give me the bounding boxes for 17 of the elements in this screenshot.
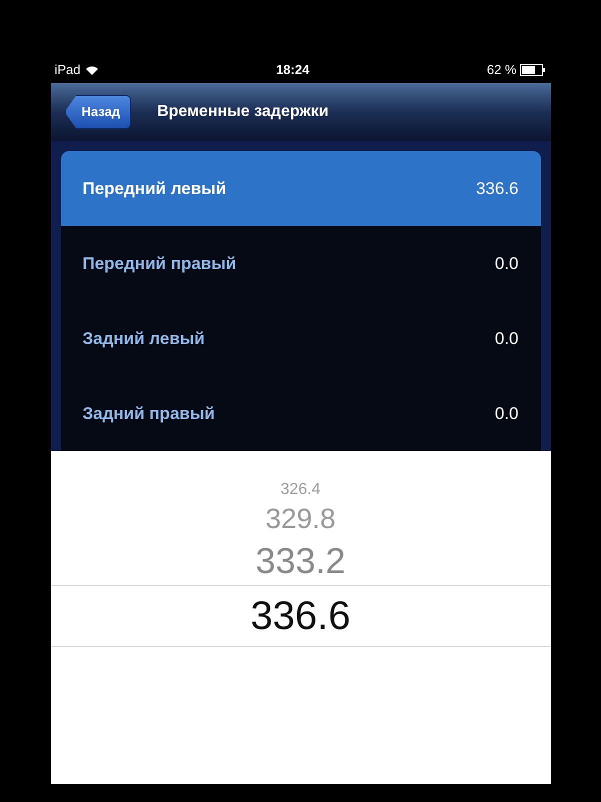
wifi-icon <box>84 64 99 76</box>
row-value: 336.6 <box>476 178 518 200</box>
clock: 18:24 <box>276 61 310 80</box>
device-name: iPad <box>54 61 81 80</box>
screen-title: Временные задержки <box>157 102 329 122</box>
row-value: 0.0 <box>494 402 518 425</box>
row-value: 0.0 <box>494 252 518 275</box>
table-row[interactable]: Передний левый 336.6 <box>60 151 540 226</box>
row-label: Передний левый <box>82 178 226 200</box>
row-label: Задний правый <box>82 402 215 425</box>
row-value: 0.0 <box>494 328 518 350</box>
back-button[interactable]: Назад <box>64 95 132 129</box>
row-label: Задний левый <box>82 328 205 350</box>
row-label: Передний правый <box>82 252 236 275</box>
battery-percent: 62 % <box>486 61 516 80</box>
battery-icon <box>520 64 546 76</box>
picker-value[interactable]: 336.6 <box>250 586 351 646</box>
